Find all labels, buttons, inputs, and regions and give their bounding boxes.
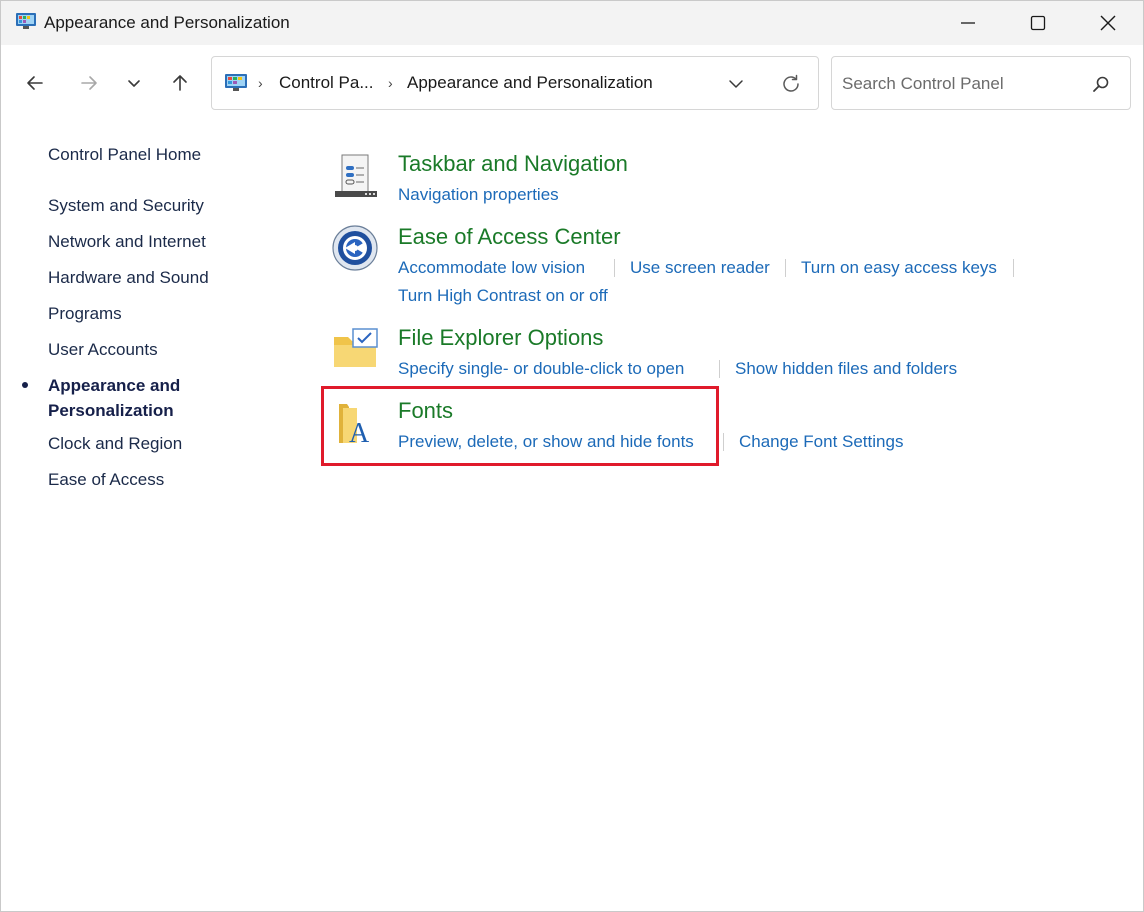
control-panel-window: Appearance and Personalization › Control… (0, 0, 1144, 912)
high-contrast-link[interactable]: Turn High Contrast on or off (398, 286, 608, 306)
chevron-down-icon (128, 80, 140, 87)
navigation-bar: › Control Pa... › Appearance and Persona… (1, 45, 1143, 121)
turn-on-easy-access-keys-link[interactable]: Turn on easy access keys (801, 258, 997, 278)
address-dropdown-button[interactable] (724, 72, 748, 96)
forward-button[interactable] (73, 67, 105, 99)
section-ease-of-access-center: Ease of Access Center Accommodate low vi… (331, 224, 1121, 314)
sidebar-item-appearance-current: Appearance and Personalization (48, 376, 181, 420)
single-double-click-link[interactable]: Specify single- or double-click to open (398, 359, 684, 379)
accommodate-low-vision-link[interactable]: Accommodate low vision (398, 258, 585, 278)
sidebar-item-system-security[interactable]: System and Security (48, 196, 204, 216)
chevron-right-icon: › (388, 75, 393, 91)
link-separator (614, 259, 615, 277)
close-icon (1100, 15, 1116, 31)
minimize-button[interactable] (933, 1, 1003, 45)
file-explorer-options-title[interactable]: File Explorer Options (398, 325, 603, 351)
sidebar-control-panel-home[interactable]: Control Panel Home (48, 145, 201, 165)
arrow-up-icon (173, 75, 187, 91)
change-font-settings-link[interactable]: Change Font Settings (739, 432, 903, 452)
sidebar-item-hardware-sound[interactable]: Hardware and Sound (48, 268, 209, 288)
ease-of-access-icon (331, 224, 381, 274)
close-button[interactable] (1073, 1, 1143, 45)
fonts-folder-icon: A (331, 398, 381, 449)
taskbar-icon (331, 151, 381, 201)
link-separator (1013, 259, 1014, 277)
link-separator (785, 259, 786, 277)
search-input[interactable] (842, 71, 1082, 97)
svg-text:A: A (349, 418, 370, 448)
breadcrumb-control-panel[interactable]: Control Pa... (279, 73, 374, 93)
show-hidden-files-link[interactable]: Show hidden files and folders (735, 359, 957, 379)
section-taskbar-navigation: Taskbar and Navigation Navigation proper… (331, 151, 1111, 211)
sidebar-item-clock-region[interactable]: Clock and Region (48, 434, 182, 454)
section-file-explorer-options: File Explorer Options Specify single- or… (331, 325, 1121, 385)
fonts-title[interactable]: Fonts (398, 398, 453, 424)
recent-locations-button[interactable] (118, 67, 150, 99)
minimize-icon (961, 22, 975, 24)
chevron-right-icon: › (258, 75, 263, 91)
sidebar-item-user-accounts[interactable]: User Accounts (48, 340, 158, 360)
current-page-bullet (22, 382, 28, 388)
title-bar: Appearance and Personalization (1, 1, 1143, 45)
back-button[interactable] (19, 67, 51, 99)
navigation-properties-link[interactable]: Navigation properties (398, 185, 559, 205)
maximize-icon (1030, 15, 1046, 31)
sidebar: Control Panel Home System and Security N… (1, 121, 301, 521)
search-box (831, 56, 1131, 110)
up-button[interactable] (164, 67, 196, 99)
taskbar-navigation-title[interactable]: Taskbar and Navigation (398, 151, 628, 177)
maximize-button[interactable] (1003, 1, 1073, 45)
sidebar-item-ease-of-access[interactable]: Ease of Access (48, 470, 164, 490)
use-screen-reader-link[interactable]: Use screen reader (630, 258, 770, 278)
control-panel-app-icon (15, 11, 37, 31)
ease-of-access-center-title[interactable]: Ease of Access Center (398, 224, 621, 250)
link-separator (723, 433, 724, 451)
search-icon[interactable] (1090, 73, 1112, 95)
folder-options-icon (331, 325, 381, 375)
link-separator (719, 360, 720, 378)
preview-delete-fonts-link[interactable]: Preview, delete, or show and hide fonts (398, 432, 694, 452)
sidebar-item-programs[interactable]: Programs (48, 304, 122, 324)
breadcrumb-current[interactable]: Appearance and Personalization (407, 73, 653, 93)
arrow-right-icon (81, 76, 97, 90)
refresh-button[interactable] (778, 71, 804, 97)
arrow-left-icon (27, 76, 43, 90)
refresh-icon (783, 74, 799, 92)
address-bar[interactable]: › Control Pa... › Appearance and Persona… (211, 56, 819, 110)
window-title: Appearance and Personalization (44, 13, 290, 32)
section-fonts: A Fonts Preview, delete, or show and hid… (331, 398, 1121, 458)
chevron-down-icon (729, 80, 743, 88)
control-panel-icon (224, 72, 248, 94)
sidebar-item-network-internet[interactable]: Network and Internet (48, 232, 206, 252)
